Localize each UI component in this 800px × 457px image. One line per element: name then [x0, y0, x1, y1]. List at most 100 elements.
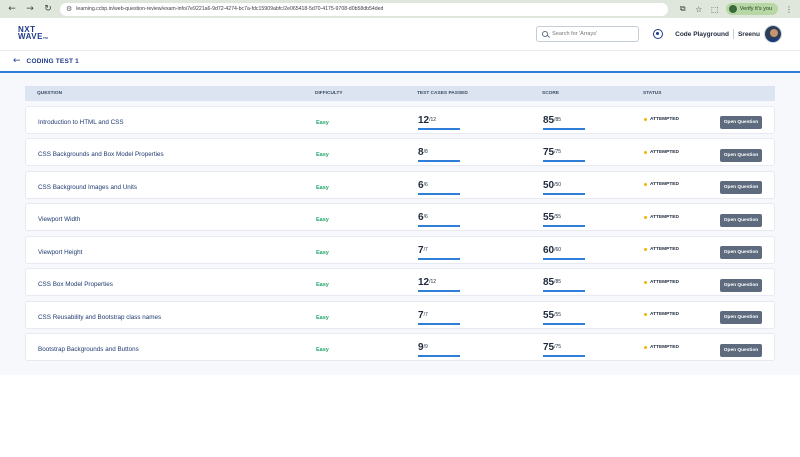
status-text: ATTEMPTED: [650, 344, 679, 350]
tests-progress-bar: [418, 225, 460, 227]
tests-progress-fill: [418, 225, 460, 227]
nxtwave-logo[interactable]: NXT WAVETM: [18, 26, 48, 42]
test-cases-metric: 8/8: [418, 148, 460, 162]
search-box[interactable]: [536, 26, 640, 42]
streak-icon[interactable]: [653, 29, 664, 39]
difficulty-label: Easy: [316, 152, 329, 158]
status-badge: ATTEMPTED: [644, 280, 720, 285]
tests-progress-fill: [418, 160, 460, 162]
score-total-value: /75: [554, 149, 562, 155]
tests-passed-value: 7: [418, 309, 424, 321]
question-title[interactable]: Viewport Width: [38, 216, 80, 223]
open-question-button[interactable]: Open Question: [720, 311, 762, 324]
score-total-value: /85: [554, 279, 562, 285]
status-badge: ATTEMPTED: [644, 312, 720, 317]
status-badge: ATTEMPTED: [644, 117, 720, 122]
tests-progress-fill: [418, 127, 460, 130]
verify-profile-button[interactable]: Verify it's you: [725, 3, 778, 15]
browser-menu-icon[interactable]: ⋮: [784, 5, 794, 14]
search-input[interactable]: [552, 31, 633, 37]
tests-total-value: /6: [423, 214, 428, 220]
score-metric: 50/50: [543, 179, 585, 195]
open-question-button[interactable]: Open Question: [720, 343, 762, 357]
difficulty-label: Easy: [316, 217, 329, 223]
score-progress-fill: [543, 322, 585, 325]
score-metric: 55/55: [543, 213, 585, 227]
score-value: 75: [543, 342, 555, 353]
verify-label: Verify it's you: [739, 6, 772, 12]
status-text: ATTEMPTED: [650, 247, 679, 252]
table-row: CSS Background Images and Units Easy 6/6 50…: [25, 170, 775, 199]
score-value: 50: [543, 179, 555, 191]
address-bar[interactable]: ⚙ learning.ccbp.in/web-question-review/e…: [60, 2, 668, 16]
browser-toolbar: ← → ↻ ⚙ learning.ccbp.in/web-question-re…: [0, 0, 800, 18]
extensions-icon[interactable]: ⬚: [710, 5, 720, 14]
status-dot-icon: [644, 118, 647, 121]
col-tests: TEST CASES PASSED: [417, 91, 468, 96]
back-icon[interactable]: ←: [6, 3, 18, 15]
tests-total-value: /6: [423, 181, 428, 188]
bookmark-star-icon[interactable]: ☆: [694, 5, 704, 14]
main-content: QUESTION DIFFICULTY TEST CASES PASSED SC…: [0, 73, 800, 375]
test-cases-metric: 12/12: [418, 115, 460, 130]
score-value: 85: [543, 114, 555, 126]
open-question-button[interactable]: Open Question: [720, 246, 762, 259]
username[interactable]: Sreenu: [738, 31, 760, 38]
question-title[interactable]: Viewport Height: [38, 249, 82, 256]
site-info-icon[interactable]: ⚙: [66, 5, 72, 13]
question-title[interactable]: CSS Reusability and Bootstrap class name…: [38, 314, 161, 321]
score-progress-bar: [543, 355, 585, 357]
status-dot-icon: [644, 150, 647, 154]
code-playground-link[interactable]: Code Playground: [675, 31, 729, 38]
score-metric: 55/55: [543, 310, 585, 325]
url-text[interactable]: learning.ccbp.in/web-question-review/exa…: [76, 6, 661, 12]
score-progress-bar: [543, 127, 585, 130]
open-question-button[interactable]: Open Question: [720, 148, 762, 162]
status-badge: ATTEMPTED: [644, 215, 720, 220]
test-cases-metric: 6/6: [418, 179, 460, 195]
status-text: ATTEMPTED: [650, 149, 679, 155]
question-title[interactable]: CSS Backgrounds and Box Model Properties: [38, 151, 164, 158]
score-progress-bar: [543, 225, 585, 227]
table-row: Bootstrap Backgrounds and Buttons Easy 9/9…: [25, 333, 775, 361]
question-title[interactable]: Introduction to HTML and CSS: [38, 119, 124, 126]
reload-icon[interactable]: ↻: [42, 3, 54, 15]
question-title[interactable]: CSS Box Model Properties: [38, 281, 113, 288]
test-cases-metric: 9/9: [418, 343, 460, 357]
question-title[interactable]: Bootstrap Backgrounds and Buttons: [38, 346, 139, 353]
score-metric: 85/85: [543, 114, 585, 130]
difficulty-label: Easy: [316, 282, 329, 288]
score-total-value: /55: [554, 311, 562, 318]
open-question-button[interactable]: Open Question: [720, 278, 762, 292]
status-text: ATTEMPTED: [650, 214, 679, 220]
forward-icon[interactable]: →: [24, 3, 36, 15]
table-row: Viewport Height Easy 7/7 60/60 ATTEMPTED Open…: [25, 235, 775, 264]
score-progress-bar: [543, 290, 585, 292]
open-question-button[interactable]: Open Question: [720, 213, 762, 227]
tests-passed-value: 8: [418, 147, 424, 158]
status-dot-icon: [644, 183, 647, 186]
open-question-button[interactable]: Open Question: [720, 181, 762, 194]
status-badge: ATTEMPTED: [644, 345, 720, 350]
table-row: CSS Backgrounds and Box Model Properties…: [25, 138, 775, 166]
col-difficulty: DIFFICULTY: [315, 91, 343, 96]
tests-total-value: /8: [423, 149, 428, 155]
back-arrow-icon[interactable]: ←: [13, 56, 21, 66]
question-title[interactable]: CSS Background Images and Units: [38, 184, 137, 191]
install-icon[interactable]: ⧉: [678, 4, 688, 14]
difficulty-label: Easy: [316, 119, 329, 126]
search-icon: [542, 31, 549, 37]
test-cases-metric: 7/7: [418, 309, 460, 325]
tests-progress-fill: [418, 322, 460, 325]
status-dot-icon: [644, 313, 647, 316]
score-total-value: /75: [554, 344, 562, 350]
score-metric: 60/60: [543, 245, 585, 260]
status-dot-icon: [644, 345, 647, 349]
score-progress-fill: [543, 257, 585, 260]
page-subheader: ← CODING TEST 1: [0, 51, 800, 73]
open-question-button[interactable]: Open Question: [720, 116, 762, 129]
avatar[interactable]: [764, 25, 782, 43]
status-dot-icon: [644, 215, 647, 219]
question-list: Introduction to HTML and CSS Easy 12/12 85/…: [25, 105, 775, 361]
tests-passed-value: 6: [418, 179, 424, 191]
